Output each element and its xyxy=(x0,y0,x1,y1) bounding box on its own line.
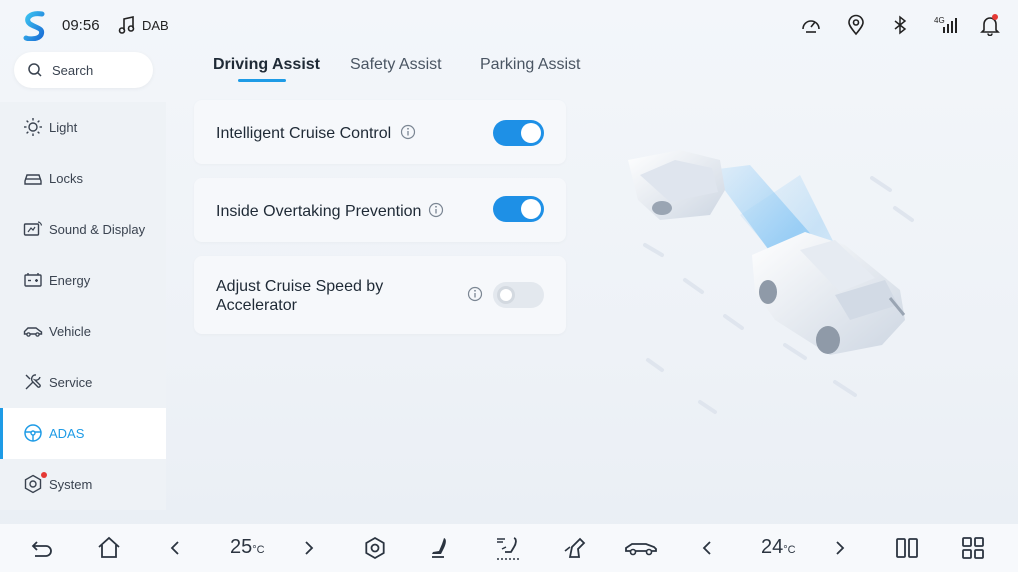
left-temp-value: 25 xyxy=(230,536,253,558)
toggle-knob xyxy=(521,123,541,143)
status-bar: 09:56 DAB 4G xyxy=(0,0,1018,50)
home-icon[interactable] xyxy=(96,535,122,561)
right-temp-value: 24 xyxy=(761,536,784,558)
sidebar: Search Light Locks Sound & Display Energ… xyxy=(0,50,166,524)
left-temp-unit: °C xyxy=(252,544,265,556)
notification-badge xyxy=(992,14,998,20)
tab-parking-assist[interactable]: Parking Assist xyxy=(480,56,580,74)
system-icon xyxy=(24,474,42,494)
tab-safety-assist[interactable]: Safety Assist xyxy=(350,56,442,74)
bluetooth-icon[interactable] xyxy=(889,14,911,36)
sidebar-nav: Light Locks Sound & Display Energy Vehic… xyxy=(0,102,166,510)
setting-card-adjust-cruise-speed: Adjust Cruise Speed by Accelerator xyxy=(194,256,566,334)
settings-gear-icon[interactable] xyxy=(362,535,388,561)
active-tab-indicator xyxy=(238,79,286,82)
airflow-icon[interactable] xyxy=(495,535,521,561)
media-source-label: DAB xyxy=(142,18,169,33)
sidebar-item-vehicle[interactable]: Vehicle xyxy=(0,306,166,357)
sidebar-item-label: ADAS xyxy=(49,426,85,441)
location-pin-icon[interactable] xyxy=(845,14,867,36)
back-icon[interactable] xyxy=(29,535,55,561)
locks-icon xyxy=(24,174,42,185)
steering-wheel-icon xyxy=(24,424,42,442)
setting-label: Intelligent Cruise Control xyxy=(216,125,392,142)
split-screen-icon[interactable] xyxy=(894,535,920,561)
logo-icon xyxy=(23,11,45,41)
intelligent-cruise-control-toggle[interactable] xyxy=(493,120,544,146)
info-icon[interactable] xyxy=(467,286,483,302)
right-temperature[interactable]: 24°C xyxy=(761,536,796,559)
adjust-cruise-speed-toggle[interactable] xyxy=(493,282,544,308)
temp-decrease-left-icon[interactable] xyxy=(162,535,188,561)
adas-illustration xyxy=(628,150,914,414)
tab-driving-assist[interactable]: Driving Assist xyxy=(213,56,320,74)
sidebar-item-label: Locks xyxy=(49,171,83,186)
seat-heat-icon[interactable] xyxy=(562,535,588,561)
info-icon[interactable] xyxy=(400,124,416,140)
search-icon xyxy=(28,63,42,77)
sidebar-item-label: Vehicle xyxy=(49,324,91,339)
toggle-knob xyxy=(497,286,515,304)
sidebar-item-locks[interactable]: Locks xyxy=(0,153,166,204)
setting-label-line1: Adjust Cruise Speed by xyxy=(216,278,384,295)
service-icon xyxy=(25,374,41,390)
sidebar-item-label: Light xyxy=(49,120,78,135)
car-icon[interactable] xyxy=(624,535,658,561)
sidebar-item-energy[interactable]: Energy xyxy=(0,255,166,306)
temp-increase-right-icon[interactable] xyxy=(827,535,853,561)
energy-icon xyxy=(24,273,42,287)
setting-label: Inside Overtaking Prevention xyxy=(216,203,422,220)
sidebar-item-system[interactable]: System xyxy=(0,459,166,510)
right-temp-unit: °C xyxy=(783,544,796,556)
info-icon[interactable] xyxy=(428,202,444,218)
temp-increase-left-icon[interactable] xyxy=(296,535,322,561)
setting-label-line2: Accelerator xyxy=(216,297,297,314)
sound-display-icon xyxy=(23,221,43,236)
light-icon xyxy=(24,118,42,136)
sidebar-item-label: System xyxy=(49,477,93,492)
app-grid-icon[interactable] xyxy=(960,535,986,561)
4g-signal-icon: 4G xyxy=(934,14,958,36)
clock: 09:56 xyxy=(62,17,100,34)
sidebar-item-label: Energy xyxy=(49,273,91,288)
left-temperature[interactable]: 25°C xyxy=(230,536,265,559)
vehicle-icon xyxy=(23,327,43,337)
sidebar-item-sound-display[interactable]: Sound & Display xyxy=(0,204,166,255)
speedometer-icon[interactable] xyxy=(800,14,822,36)
search-placeholder: Search xyxy=(52,63,94,78)
music-note-icon xyxy=(118,16,135,34)
temp-decrease-right-icon[interactable] xyxy=(694,535,720,561)
sidebar-item-label: Service xyxy=(49,375,93,390)
inside-overtaking-prevention-toggle[interactable] xyxy=(493,196,544,222)
bottom-dock: 25°C 24°C xyxy=(0,524,1018,572)
sidebar-item-label: Sound & Display xyxy=(49,222,146,237)
sidebar-item-light[interactable]: Light xyxy=(0,102,166,153)
sidebar-item-service[interactable]: Service xyxy=(0,357,166,408)
search-input[interactable]: Search xyxy=(14,52,153,88)
toggle-knob xyxy=(521,199,541,219)
setting-card-inside-overtaking-prevention: Inside Overtaking Prevention xyxy=(194,178,566,242)
seat-icon[interactable] xyxy=(428,535,454,561)
sidebar-item-adas[interactable]: ADAS xyxy=(0,408,166,459)
setting-card-intelligent-cruise-control: Intelligent Cruise Control xyxy=(194,100,566,164)
system-badge xyxy=(41,472,47,478)
